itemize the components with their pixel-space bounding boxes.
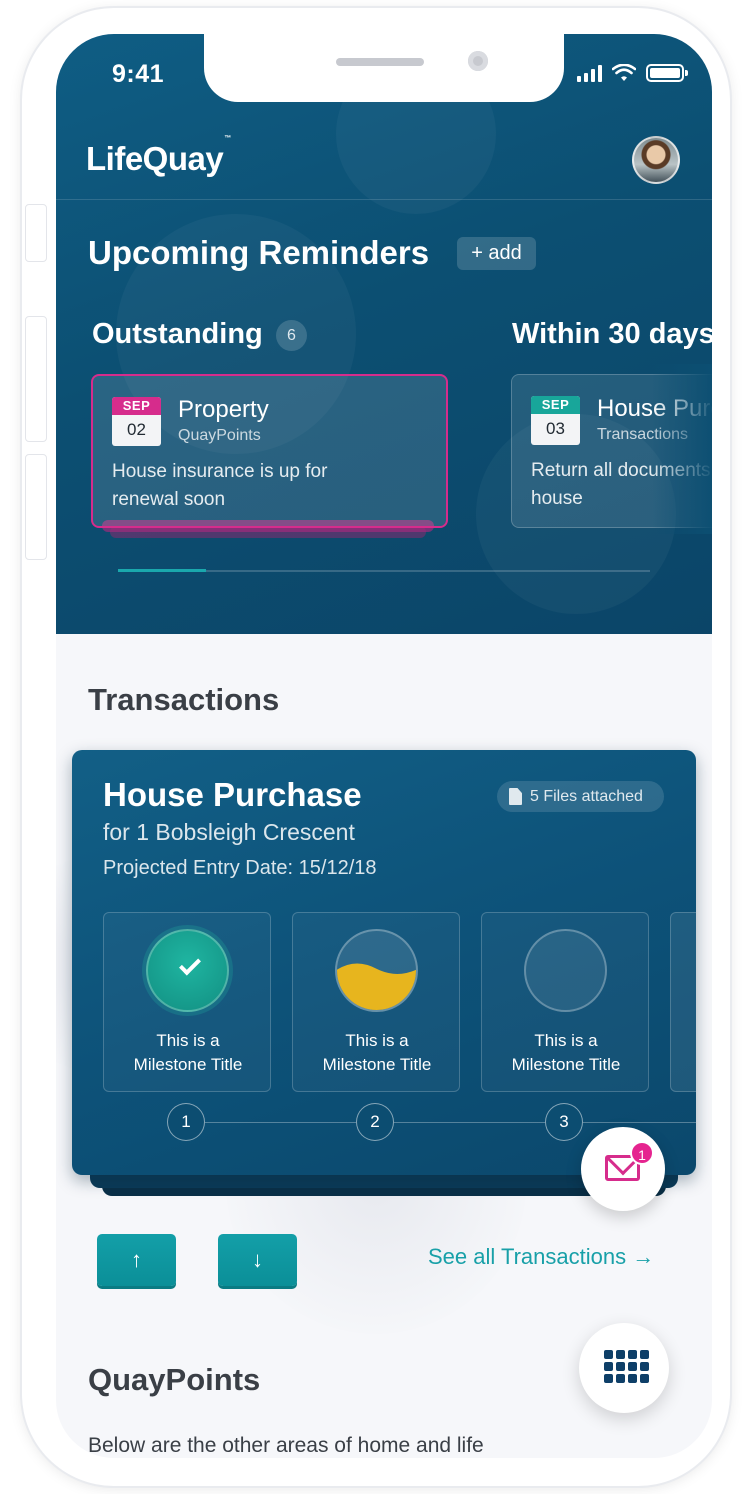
quaypoints-description: Below are the other areas of home and li… [88,1434,484,1457]
quaypoints-heading: QuayPoints [88,1362,261,1397]
next-transaction-button[interactable]: ↓ [218,1234,297,1286]
status-time: 9:41 [112,60,165,88]
milestone-title: This is a Milestone Title [511,1031,621,1074]
calendar-day: 02 [127,420,146,439]
app-screen: 9:41 LifeQuay™ Upcoming Reminders + add … [56,34,712,1458]
previous-transaction-button[interactable]: ↑ [97,1234,176,1286]
user-avatar[interactable] [632,136,680,184]
menu-button[interactable] [579,1323,669,1413]
mute-switch [25,204,47,262]
wifi-icon [612,64,636,81]
messages-button[interactable]: 1 [581,1127,665,1211]
milestone-card[interactable]: This is a Milestone Title [481,912,649,1092]
reminder-category: QuayPoints [178,427,261,444]
document-icon [509,788,522,805]
calendar-icon: SEP 03 [531,396,580,445]
milestone-card[interactable]: This is a Milestone Title [292,912,460,1092]
app-logo: LifeQuay™ [86,135,231,177]
transactions-heading: Transactions [88,682,280,717]
milestone-pending-icon [524,929,607,1012]
device-camera [468,51,488,71]
unread-count-badge: 1 [630,1141,654,1165]
milestone-number: 1 [167,1103,205,1141]
calendar-day: 03 [546,419,565,438]
status-icons [577,64,688,82]
volume-down-button [25,454,47,560]
calendar-month: SEP [531,396,580,414]
arrow-up-icon: ↑ [131,1247,142,1272]
see-all-transactions-link[interactable]: See all Transactions → [428,1244,654,1270]
milestone-card[interactable]: This is a Milestone Title [103,912,271,1092]
transaction-title: House Purchase [103,776,362,813]
within-30-days-heading: Within 30 days [512,318,712,350]
reminder-card-outstanding[interactable]: SEP 02 Property QuayPoints House insuran… [91,374,448,528]
milestone-card-next[interactable] [670,912,696,1092]
milestone-number: 2 [356,1103,394,1141]
arrow-down-icon: ↓ [252,1247,263,1272]
check-icon [179,953,201,976]
outstanding-count-badge: 6 [276,320,307,351]
volume-up-button [25,316,47,442]
milestone-title: This is a Milestone Title [322,1031,432,1074]
reminder-title: Property [178,396,269,423]
milestone-title: This is a Milestone Title [133,1031,243,1074]
reminders-scroll-thumb[interactable] [118,569,206,572]
calendar-month: SEP [112,397,161,415]
carousel-fade [652,364,712,534]
milestone-timeline [186,1122,696,1123]
header-divider [56,199,712,200]
outstanding-heading: Outstanding [92,318,263,350]
signal-icon [577,64,602,82]
device-speaker [336,58,424,66]
add-reminder-button[interactable]: + add [457,237,536,270]
transaction-projected-date: Projected Entry Date: 15/12/18 [103,857,377,879]
milestone-number: 3 [545,1103,583,1141]
battery-icon [646,64,688,82]
reminders-heading: Upcoming Reminders [88,234,430,271]
files-attached-chip[interactable]: 5 Files attached [497,781,664,812]
device-notch [204,34,564,102]
milestone-progress-icon [335,929,418,1012]
reminder-body: House insurance is up for renewal soon [112,461,328,510]
transaction-card[interactable]: House Purchase for 1 Bobsleigh Crescent … [72,750,696,1175]
milestone-complete-icon [146,929,229,1012]
transaction-address: for 1 Bobsleigh Crescent [103,819,355,845]
files-attached-label: 5 Files attached [530,788,643,805]
reminders-panel: 9:41 LifeQuay™ Upcoming Reminders + add … [56,34,712,634]
calendar-icon: SEP 02 [112,397,161,446]
grid-menu-icon [604,1350,649,1383]
